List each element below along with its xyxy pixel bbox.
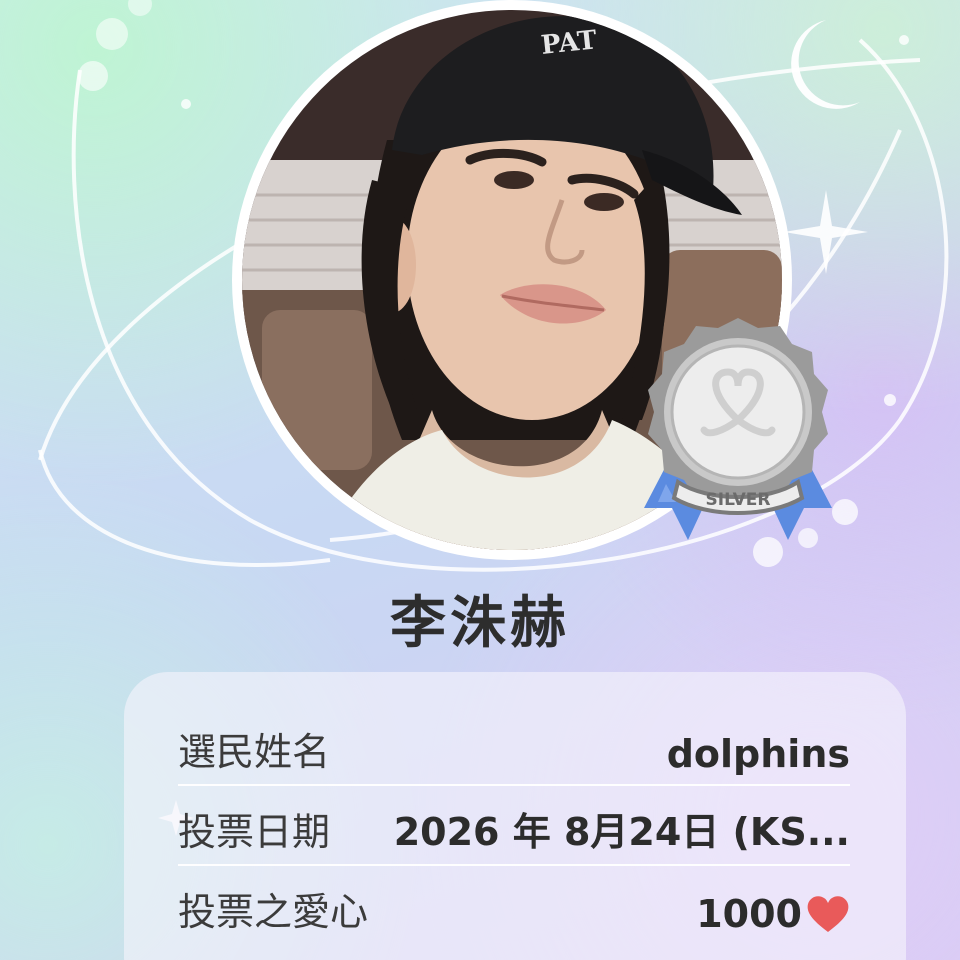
vote-date-row: 投票日期 2026 年 8月24日 (KS...	[178, 786, 850, 866]
idol-name: 李洙赫	[390, 591, 570, 656]
vote-date-value: 2026 年 8月24日 (KS...	[393, 810, 850, 854]
svg-text:PAT: PAT	[540, 25, 599, 61]
silver-medal-badge: SILVER	[628, 312, 848, 552]
vote-info-card: 選民姓名 dolphins 投票日期 2026 年 8月24日 (KS... 投…	[124, 672, 906, 960]
hearts-row: 投票之愛心 1000	[178, 866, 850, 944]
hearts-value-group: 1000	[696, 892, 850, 936]
voter-name-value: dolphins	[666, 732, 850, 776]
hearts-value: 1000	[696, 892, 802, 936]
hearts-label: 投票之愛心	[178, 890, 369, 934]
voter-name-label: 選民姓名	[178, 730, 331, 774]
crescent-moon-icon	[791, 20, 860, 109]
silver-medal-icon: SILVER	[644, 318, 832, 540]
heart-icon	[807, 896, 849, 932]
badge-label: SILVER	[706, 490, 771, 510]
voter-name-row: 選民姓名 dolphins	[178, 706, 850, 786]
vote-date-label: 投票日期	[178, 810, 331, 854]
